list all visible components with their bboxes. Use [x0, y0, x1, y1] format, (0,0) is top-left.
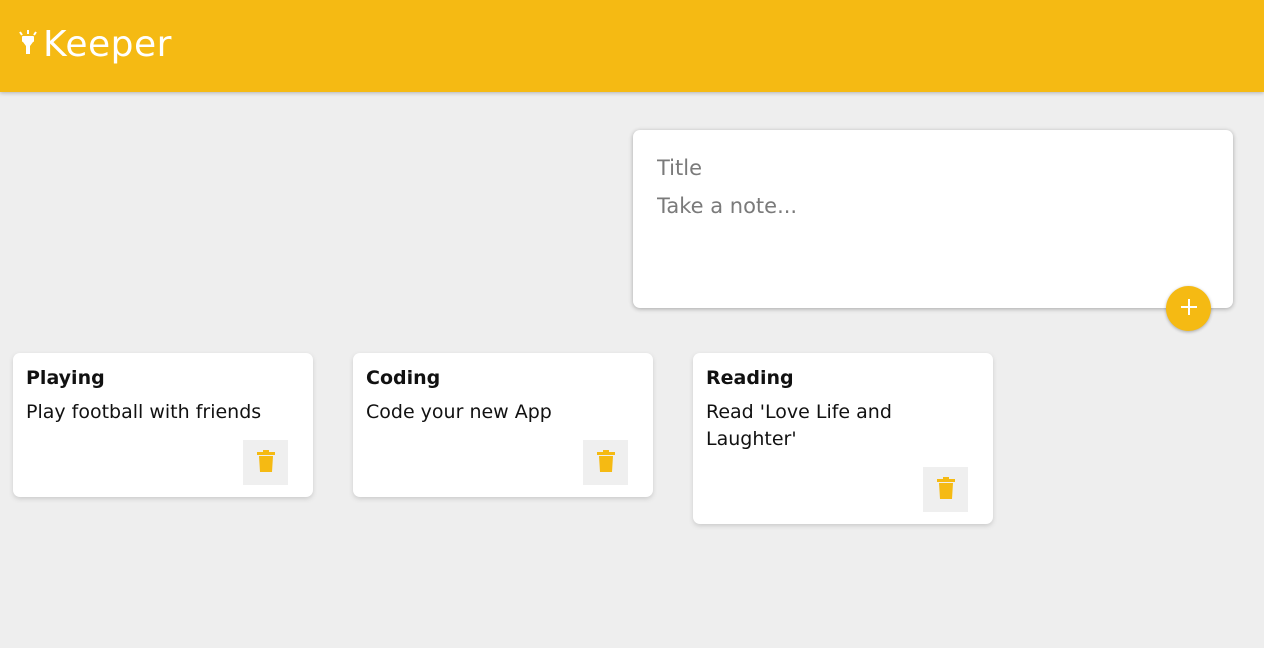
plus-icon [1179, 297, 1199, 320]
delete-note-button[interactable] [923, 467, 968, 512]
create-note-form [633, 130, 1233, 308]
note-card: Coding Code your new App [353, 353, 653, 497]
trash-icon [596, 450, 615, 475]
note-content: Play football with friends [26, 401, 262, 423]
note-content-input[interactable] [657, 192, 1207, 282]
app-header: Keeper [0, 0, 1264, 92]
trash-icon [936, 477, 955, 502]
lightbulb-icon [16, 30, 40, 60]
add-note-button[interactable] [1166, 286, 1211, 331]
delete-note-button[interactable] [243, 440, 288, 485]
note-content: Code your new App [366, 401, 552, 423]
note-title: Reading [706, 367, 794, 389]
app-title: Keeper [43, 24, 172, 65]
note-content: Read 'Love Life and Laughter' [706, 401, 892, 450]
note-title: Coding [366, 367, 441, 389]
note-title: Playing [26, 367, 105, 389]
note-card: Reading Read 'Love Life and Laughter' [693, 353, 993, 524]
logo: Keeper [16, 22, 172, 68]
note-card: Playing Play football with friends [13, 353, 313, 497]
trash-icon [256, 450, 275, 475]
delete-note-button[interactable] [583, 440, 628, 485]
note-title-input[interactable] [657, 154, 1207, 182]
